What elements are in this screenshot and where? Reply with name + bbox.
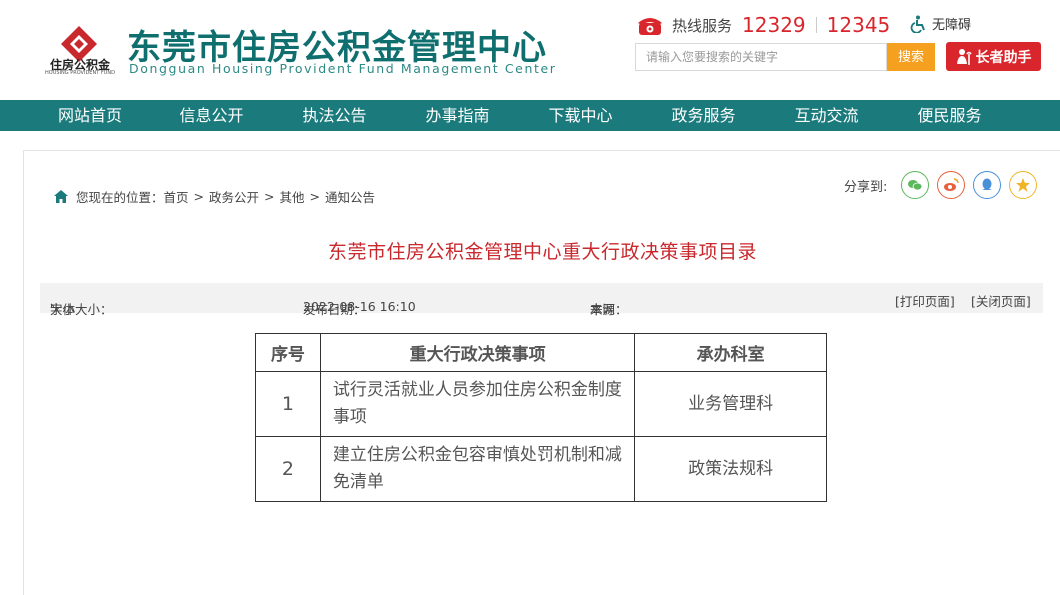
- breadcrumb-item-gov-affairs[interactable]: 政务公开: [209, 187, 259, 206]
- print-page-link[interactable]: [打印页面]: [895, 291, 955, 310]
- breadcrumb-separator: >: [193, 189, 205, 204]
- accessibility-label: 无障碍: [932, 18, 972, 33]
- row-dept: 政策法规科: [634, 436, 827, 502]
- phone-icon: [638, 18, 662, 35]
- breadcrumb: 您现在的位置： 首页 > 政务公开 > 其他 > 通知公告: [54, 187, 375, 206]
- nav-item-gov-service[interactable]: 政务服务: [642, 100, 765, 131]
- header-no: 序号: [255, 333, 321, 372]
- share-label: 分享到:: [844, 179, 888, 195]
- table-row: 1 试行灵活就业人员参加住房公积金制度事项 业务管理科: [255, 371, 827, 437]
- article-panel: 您现在的位置： 首页 > 政务公开 > 其他 > 通知公告 分享到: 东莞市住房…: [23, 150, 1060, 595]
- hotline: 热线服务 12329 12345: [636, 12, 890, 38]
- elder-mode-label: 长者助手: [975, 49, 1032, 66]
- wheelchair-icon: [910, 15, 925, 33]
- row-item: 试行灵活就业人员参加住房公积金制度事项: [319, 371, 636, 437]
- decision-table-wrap: 序号 重大行政决策事项 承办科室 1 试行灵活就业人员参加住房公积金制度事项 业…: [255, 333, 827, 502]
- decision-table: 序号 重大行政决策事项 承办科室 1 试行灵活就业人员参加住房公积金制度事项 业…: [255, 333, 827, 502]
- font-size-large[interactable]: 大: [50, 299, 63, 318]
- breadcrumb-item-notice[interactable]: 通知公告: [325, 187, 375, 206]
- header-item: 重大行政决策事项: [319, 333, 636, 372]
- article-meta-bar: 字体大小：大、小 发布日期： 2022-08-16 16:10 来源： 本网 [打印…: [40, 283, 1043, 317]
- search-button[interactable]: 搜索: [887, 43, 935, 71]
- row-no: 2: [255, 436, 321, 502]
- breadcrumb-separator: >: [309, 189, 321, 204]
- logo-small-en: HOUSING PROVIDENT FUND: [45, 70, 115, 76]
- breadcrumb-item-other[interactable]: 其他: [280, 187, 305, 206]
- hotline-divider: [815, 17, 817, 33]
- nav-item-interaction[interactable]: 互动交流: [765, 100, 888, 131]
- hotline-number-2: 12345: [826, 13, 891, 37]
- elder-mode-button[interactable]: 长者助手: [946, 42, 1041, 71]
- main-nav: 网站首页 信息公开 执法公告 办事指南 下载中心 政务服务 互动交流 便民服务: [0, 100, 1060, 131]
- breadcrumb-prefix: 您现在的位置：: [76, 190, 164, 205]
- wechat-icon[interactable]: [901, 171, 930, 199]
- nav-item-download[interactable]: 下载中心: [519, 100, 642, 131]
- qq-icon[interactable]: [973, 171, 1002, 199]
- hotline-label: 热线服务: [672, 16, 733, 35]
- row-dept: 业务管理科: [634, 371, 827, 437]
- font-size-small[interactable]: 小: [63, 299, 76, 318]
- nav-item-public-service[interactable]: 便民服务: [888, 100, 1011, 131]
- search-input[interactable]: 请输入您要搜索的关键字: [635, 43, 887, 71]
- article-title: 东莞市住房公积金管理中心重大行政决策事项目录: [327, 241, 757, 263]
- close-page-link[interactable]: [关闭页面]: [971, 291, 1031, 310]
- favorite-icon[interactable]: [1009, 171, 1038, 199]
- breadcrumb-item-home[interactable]: 首页: [164, 187, 189, 206]
- table-row: 2 建立住房公积金包容审慎处罚机制和减免清单 政策法规科: [255, 436, 827, 502]
- row-no: 1: [255, 371, 321, 437]
- site-subtitle: Dongguan Housing Provident Fund Manageme…: [129, 61, 557, 76]
- publish-date-value: 2022-08-16 16:10: [303, 299, 416, 314]
- elder-icon: [956, 48, 972, 65]
- nav-item-service-guide[interactable]: 办事指南: [396, 100, 519, 131]
- breadcrumb-separator: >: [264, 189, 275, 204]
- nav-item-info-disclosure[interactable]: 信息公开: [150, 100, 273, 131]
- table-header-row: 序号 重大行政决策事项 承办科室: [255, 333, 827, 372]
- site-header: 住房公积金 HOUSING PROVIDENT FUND 东莞市住房公积金管理中…: [0, 0, 1060, 100]
- row-item: 建立住房公积金包容审慎处罚机制和减免清单: [319, 436, 636, 502]
- nav-item-law-enforcement[interactable]: 执法公告: [273, 100, 396, 131]
- home-icon: [54, 190, 68, 203]
- header-dept: 承办科室: [634, 333, 827, 372]
- weibo-icon[interactable]: [937, 171, 966, 199]
- font-size-control: 字体大小：大、小: [50, 294, 113, 317]
- nav-item-home[interactable]: 网站首页: [30, 100, 150, 131]
- hotline-number-1: 12329: [742, 13, 806, 37]
- accessibility-link[interactable]: 无障碍: [910, 14, 971, 33]
- source-value: 本网: [590, 302, 616, 317]
- share-bar: 分享到:: [844, 171, 1045, 199]
